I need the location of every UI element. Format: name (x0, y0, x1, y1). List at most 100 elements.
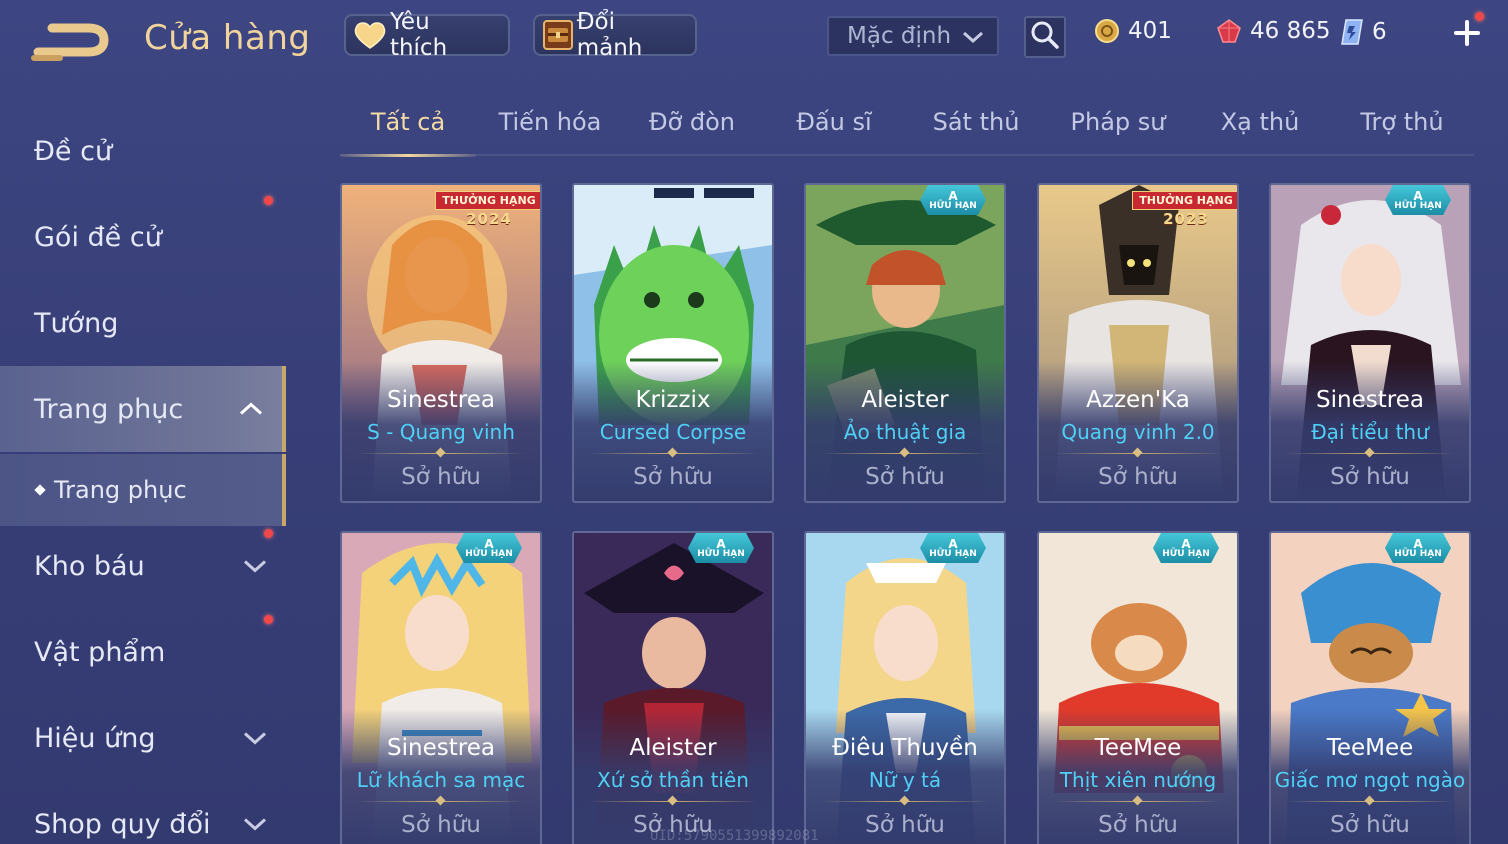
badge-grade: A (1181, 536, 1191, 551)
sidebar-subitem-skins[interactable]: Trang phục (0, 454, 286, 526)
tab-label: Tiến hóa (498, 108, 602, 136)
badge-year: 2023 (1163, 210, 1209, 228)
back-icon[interactable] (30, 18, 114, 64)
limited-badge: A HỮU HẠN (1385, 185, 1451, 215)
sidebar-item-items[interactable]: Vật phẩm (0, 609, 286, 695)
badge-label: THƯỞNG HẠNG (1132, 191, 1237, 210)
tab-marksman[interactable]: Xạ thủ (1198, 108, 1322, 154)
sidebar-item-skins[interactable]: Trang phục (0, 366, 286, 452)
tab-fighter[interactable]: Đấu sĩ (772, 108, 896, 154)
hero-name: Sinestrea (387, 735, 495, 761)
hero-name: TeeMee (1094, 735, 1182, 761)
search-icon (1030, 20, 1060, 54)
owned-status: Sở hữu (865, 464, 945, 490)
gold-coin-icon (1094, 18, 1120, 44)
skin-name: Quang vinh 2.0 (1061, 420, 1215, 444)
skin-card[interactable]: Krizzix Cursed Corpse Sở hữu (572, 183, 774, 503)
skin-card[interactable]: A HỮU HẠN TeeMee Giấc mơ ngọt ngào Sở hữ… (1269, 531, 1471, 844)
badge-label: HỮU HẠN (1394, 200, 1442, 211)
user-id-watermark: UID:5790551399892081 (650, 828, 819, 844)
badge-label: HỮU HẠN (929, 200, 977, 211)
skin-name: Ảo thuật gia (843, 420, 967, 444)
sidebar-item-treasure[interactable]: Kho báu (0, 523, 286, 609)
tab-tank[interactable]: Đỡ đòn (630, 108, 754, 154)
sidebar-item-label: Shop quy đổi (34, 808, 211, 840)
tab-label: Sát thủ (932, 108, 1020, 136)
owned-status: Sở hữu (1330, 812, 1410, 838)
ticket-amount: 6 (1372, 19, 1387, 45)
hero-name: TeeMee (1326, 735, 1414, 761)
limited-badge: A HỮU HẠN (1385, 533, 1451, 563)
owned-status: Sở hữu (865, 812, 945, 838)
skin-name: Lữ khách sa mạc (356, 768, 526, 792)
limited-badge: A HỮU HẠN (920, 533, 986, 563)
owned-status: Sở hữu (401, 812, 481, 838)
tab-all[interactable]: Tất cả (340, 108, 476, 157)
skin-name: Giấc mơ ngọt ngào (1274, 768, 1466, 792)
hero-name: Sinestrea (1316, 387, 1424, 413)
gold-currency: 401 (1094, 18, 1172, 44)
hero-name: Aleister (629, 735, 717, 761)
chevron-up-icon (238, 394, 264, 425)
badge-grade: A (1413, 536, 1423, 551)
top-bar: Cửa hàng Yêu thích Đổi mảnh Mặc định 401 (0, 0, 1508, 80)
skin-card[interactable]: A HỮU HẠN Aleister Xứ sở thần tiên Sở hữ… (572, 531, 774, 844)
skin-card[interactable]: A HỮU HẠN Sinestrea Đại tiểu thư Sở hữu (1269, 183, 1471, 503)
badge-grade: A (484, 536, 494, 551)
tab-label: Đỡ đòn (648, 108, 736, 136)
badge-grade: A (1413, 188, 1423, 203)
skin-card[interactable]: A HỮU HẠN Sinestrea Lữ khách sa mạc Sở h… (340, 531, 542, 844)
sidebar-item-featured[interactable]: Đề cử (0, 108, 286, 194)
skin-name: Xứ sở thần tiên (597, 768, 749, 792)
skin-card[interactable]: THƯỞNG HẠNG 2023 Azzen'Ka Quang vinh 2.0… (1037, 183, 1239, 503)
notification-dot (1475, 12, 1484, 21)
skin-name: Cursed Corpse (599, 420, 747, 444)
tab-mage[interactable]: Pháp sư (1056, 108, 1180, 154)
favorite-label: Yêu thích (389, 9, 448, 61)
notification-dot (264, 196, 273, 205)
sidebar-item-exchange-shop[interactable]: Shop quy đổi (0, 781, 286, 844)
tab-label: Xạ thủ (1220, 108, 1300, 136)
page-title: Cửa hàng (144, 18, 311, 58)
skin-card[interactable]: A HỮU HẠN Aleister Ảo thuật gia Sở hữu (804, 183, 1006, 503)
badge-grade: A (948, 536, 958, 551)
hero-name: Sinestrea (387, 387, 495, 413)
gem-currency: 46 865 (1216, 18, 1330, 44)
sidebar-item-label: Trang phục (54, 476, 187, 504)
badge-grade: A (716, 536, 726, 551)
ticket-currency: 6 (1340, 18, 1387, 46)
ranked-reward-badge: THƯỞNG HẠNG 2023 (1131, 191, 1237, 239)
sidebar-item-label: Tướng (34, 307, 119, 339)
sidebar-item-label: Trang phục (34, 393, 184, 425)
ranked-reward-badge: THƯỞNG HẠNG 2024 (434, 191, 540, 239)
sidebar-item-featured-bundles[interactable]: Gói đề cử (0, 194, 286, 280)
owned-status: Sở hữu (401, 464, 481, 490)
tab-evolution[interactable]: Tiến hóa (488, 108, 612, 154)
sidebar-item-heroes[interactable]: Tướng (0, 280, 286, 366)
favorite-button[interactable]: Yêu thích (344, 9, 510, 61)
tab-assassin[interactable]: Sát thủ (914, 108, 1038, 154)
gem-amount: 46 865 (1250, 18, 1331, 44)
skin-card[interactable]: THƯỞNG HẠNG 2024 Sinestrea S - Quang vin… (340, 183, 542, 503)
skin-card[interactable]: A HỮU HẠN Điêu Thuyền Nữ y tá Sở hữu (804, 531, 1006, 844)
chevron-down-icon (242, 809, 268, 840)
search-button[interactable] (1024, 16, 1066, 58)
limited-badge: A HỮU HẠN (1153, 533, 1219, 563)
chevron-down-icon (961, 27, 985, 53)
tab-support[interactable]: Trợ thủ (1340, 108, 1464, 154)
add-currency-button[interactable] (1450, 16, 1484, 50)
owned-status: Sở hữu (633, 464, 713, 490)
tab-label: Pháp sư (1070, 108, 1166, 136)
tab-label: Tất cả (370, 108, 446, 136)
hero-name: Azzen'Ka (1086, 387, 1190, 413)
notification-dot (264, 615, 273, 624)
sort-dropdown[interactable]: Mặc định (827, 16, 999, 56)
limited-badge: A HỮU HẠN (688, 533, 754, 563)
sidebar-item-label: Gói đề cử (34, 221, 162, 253)
skin-grid: THƯỞNG HẠNG 2024 Sinestrea S - Quang vin… (340, 183, 1474, 844)
skin-name: Đại tiểu thư (1311, 420, 1429, 444)
badge-label: HỮU HẠN (697, 548, 745, 559)
shard-exchange-button[interactable]: Đổi mảnh (533, 9, 697, 61)
sidebar-item-effects[interactable]: Hiệu ứng (0, 695, 286, 781)
skin-card[interactable]: A HỮU HẠN TeeMee Thịt xiên nướng Sở hữu (1037, 531, 1239, 844)
